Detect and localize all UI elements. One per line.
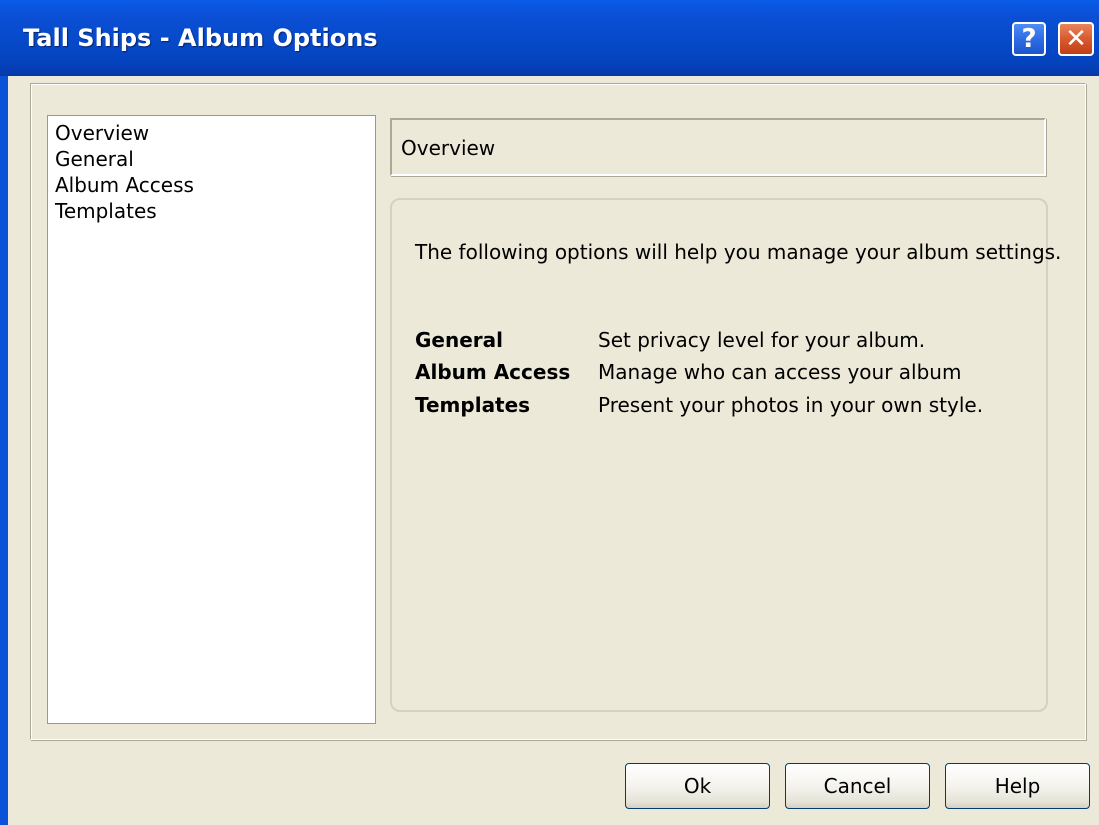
nav-item-general[interactable]: General (55, 146, 375, 172)
overview-content-panel (390, 198, 1048, 712)
title-bar[interactable]: Tall Ships - Album Options ? ✕ (0, 0, 1099, 76)
option-name: Album Access (415, 360, 571, 384)
nav-item-album-access[interactable]: Album Access (55, 172, 375, 198)
intro-text: The following options will help you mana… (415, 240, 1062, 264)
title-help-button[interactable]: ? (1012, 22, 1046, 56)
option-description: Manage who can access your album (598, 360, 962, 384)
option-name: Templates (415, 393, 531, 417)
section-header-label: Overview (401, 136, 496, 160)
option-description: Present your photos in your own style. (598, 393, 984, 417)
close-icon: ✕ (1065, 24, 1087, 54)
cancel-button[interactable]: Cancel (785, 763, 930, 809)
nav-item-templates[interactable]: Templates (55, 198, 375, 224)
option-description: Set privacy level for your album. (598, 328, 926, 352)
ok-button[interactable]: Ok (625, 763, 770, 809)
question-mark-icon: ? (1021, 24, 1037, 54)
nav-item-overview[interactable]: Overview (55, 120, 375, 146)
title-close-button[interactable]: ✕ (1058, 22, 1094, 56)
section-header: Overview (390, 118, 1046, 176)
album-options-dialog: Tall Ships - Album Options ? ✕ Overview … (0, 0, 1099, 825)
help-button[interactable]: Help (945, 763, 1090, 809)
window-title: Tall Ships - Album Options (23, 24, 378, 52)
options-nav-list[interactable]: Overview General Album Access Templates (47, 115, 376, 724)
option-name: General (415, 328, 503, 352)
window-left-border (0, 76, 8, 825)
